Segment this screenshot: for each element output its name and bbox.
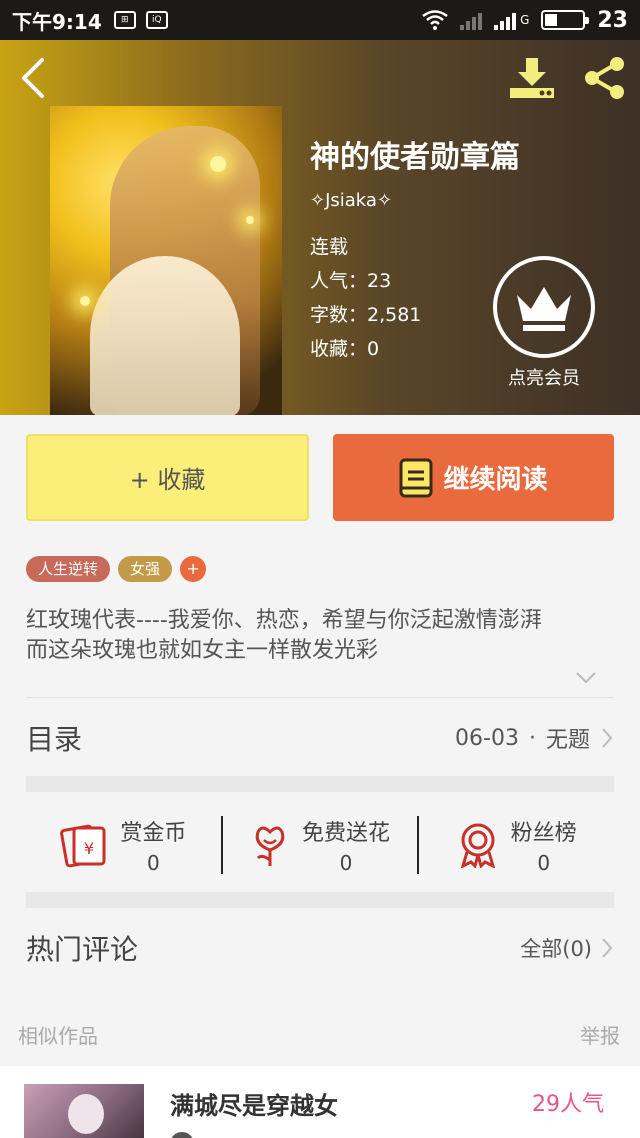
book-header: 神的使者勋章篇 ✧Jsiaka✧ 连载 人气：23 字数：2,581 收藏：0 … <box>0 40 640 415</box>
svg-text:¥: ¥ <box>84 839 94 858</box>
iqiyi-icon: iQ <box>145 11 168 29</box>
section-band <box>26 776 614 792</box>
download-icon <box>510 58 554 98</box>
status-time: 下午9:14 <box>12 9 102 34</box>
vip-label: 点亮会员 <box>508 368 580 389</box>
book-title: 神的使者勋章篇 <box>310 140 520 175</box>
divider <box>26 697 614 698</box>
book-author[interactable]: ✧Jsiaka✧ <box>310 190 392 211</box>
stat-value: 0 <box>146 851 160 875</box>
similar-works-header: 相似作品 举报 <box>0 1000 640 1066</box>
cover-light-2 <box>80 296 90 306</box>
share-button[interactable] <box>580 54 628 102</box>
tag-item[interactable]: 人生逆转 <box>26 556 111 582</box>
cover-light-3 <box>246 216 254 224</box>
all-comments-link[interactable]: 全部(0) <box>520 933 614 963</box>
similar-work-item[interactable]: 满城尽是穿越女 29人气 <box>0 1066 640 1138</box>
back-arrow-icon <box>22 58 44 98</box>
chevron-down-icon[interactable] <box>574 670 598 686</box>
vip-membership-button[interactable]: 点亮会员 <box>493 256 595 390</box>
reward-coin-button[interactable]: ¥ 赏金币 0 <box>26 815 221 875</box>
latest-chapter: 06-03 · 无题 <box>455 722 614 754</box>
cover-figure-dress <box>90 256 240 415</box>
status-bar: 下午9:14 ⊞ iQ G 23 <box>0 0 640 40</box>
read-label: 继续阅读 <box>443 465 548 495</box>
stat-name: 赏金币 <box>120 821 187 846</box>
cover-figure-face <box>68 1094 104 1134</box>
chevron-right-icon <box>602 938 613 958</box>
book-status: 连载 <box>310 236 349 258</box>
signal-weak-icon <box>460 10 483 30</box>
latest-chapter-title: 无题 <box>545 728 590 753</box>
description-line-2: 而这朵玫瑰也就如女主一样散发光彩 <box>26 638 379 663</box>
send-flower-button[interactable]: 免费送花 0 <box>223 815 418 875</box>
chevron-right-icon <box>602 728 613 748</box>
collect-button[interactable]: + 收藏 <box>26 434 309 521</box>
book-favorites: 收藏：0 <box>310 338 380 360</box>
vip-ring <box>493 256 595 358</box>
all-comments-label: 全部(0) <box>520 937 592 961</box>
report-button[interactable]: 举报 <box>580 1020 620 1049</box>
latest-chapter-separator: · <box>528 725 536 751</box>
book-popularity: 人气：23 <box>310 270 392 292</box>
comments-heading: 热门评论 <box>26 933 139 966</box>
collect-label: + 收藏 <box>129 466 206 494</box>
flower-icon <box>255 826 285 866</box>
status-right-group: G 23 <box>422 8 628 33</box>
back-button[interactable] <box>14 54 54 102</box>
download-button[interactable] <box>508 54 556 102</box>
book-description: 红玫瑰代表----我爱你、热恋，希望与你泛起激情澎湃 而这朵玫瑰也就如女主一样散… <box>26 606 616 666</box>
cover-light-1 <box>210 156 226 172</box>
catalog-heading: 目录 <box>26 723 83 756</box>
fan-ranking-button[interactable]: 粉丝榜 0 <box>419 815 614 875</box>
description-line-1: 红玫瑰代表----我爱你、热恋，希望与你泛起激情澎湃 <box>26 608 542 633</box>
section-band <box>26 892 614 908</box>
book-word-count: 字数：2,581 <box>310 304 422 326</box>
network-type: G <box>520 13 530 27</box>
similar-work-title: 满城尽是穿越女 <box>170 1092 338 1120</box>
red-envelope-icon: ¥ <box>60 824 106 868</box>
tag-list: 人生逆转 女强 + <box>26 556 207 582</box>
stat-text: 免费送花 0 <box>302 815 390 875</box>
battery-level: 23 <box>597 7 628 33</box>
avatar <box>170 1132 194 1138</box>
stat-name: 免费送花 <box>302 821 391 846</box>
ribbon-badge-icon <box>460 823 495 868</box>
similar-work-cover <box>24 1084 144 1138</box>
support-stats: ¥ 赏金币 0 免费送花 0 粉丝榜 0 <box>26 800 614 890</box>
tag-item[interactable]: 女强 <box>118 556 173 582</box>
app-notification-icon: ⊞ <box>113 11 136 29</box>
continue-reading-button[interactable]: 继续阅读 <box>333 434 614 521</box>
stat-value: 0 <box>537 851 551 875</box>
signal-icon <box>494 10 517 30</box>
book-icon <box>399 458 433 497</box>
stat-name: 粉丝榜 <box>510 821 577 846</box>
stat-text: 赏金币 0 <box>120 815 186 875</box>
add-tag-button[interactable]: + <box>180 556 207 582</box>
crown-icon <box>517 287 571 331</box>
stat-text: 粉丝榜 0 <box>511 815 577 875</box>
stat-value: 0 <box>339 851 353 875</box>
catalog-row[interactable]: 目录 06-03 · 无题 <box>26 706 614 770</box>
battery-icon <box>541 10 590 30</box>
share-icon <box>585 57 624 99</box>
similar-work-popularity: 29人气 <box>532 1092 604 1117</box>
similar-works-label: 相似作品 <box>18 1024 98 1048</box>
wifi-icon <box>422 10 448 30</box>
hot-comments-row[interactable]: 热门评论 全部(0) <box>26 916 614 980</box>
book-cover-image[interactable] <box>50 106 282 415</box>
latest-chapter-date: 06-03 <box>455 725 519 751</box>
